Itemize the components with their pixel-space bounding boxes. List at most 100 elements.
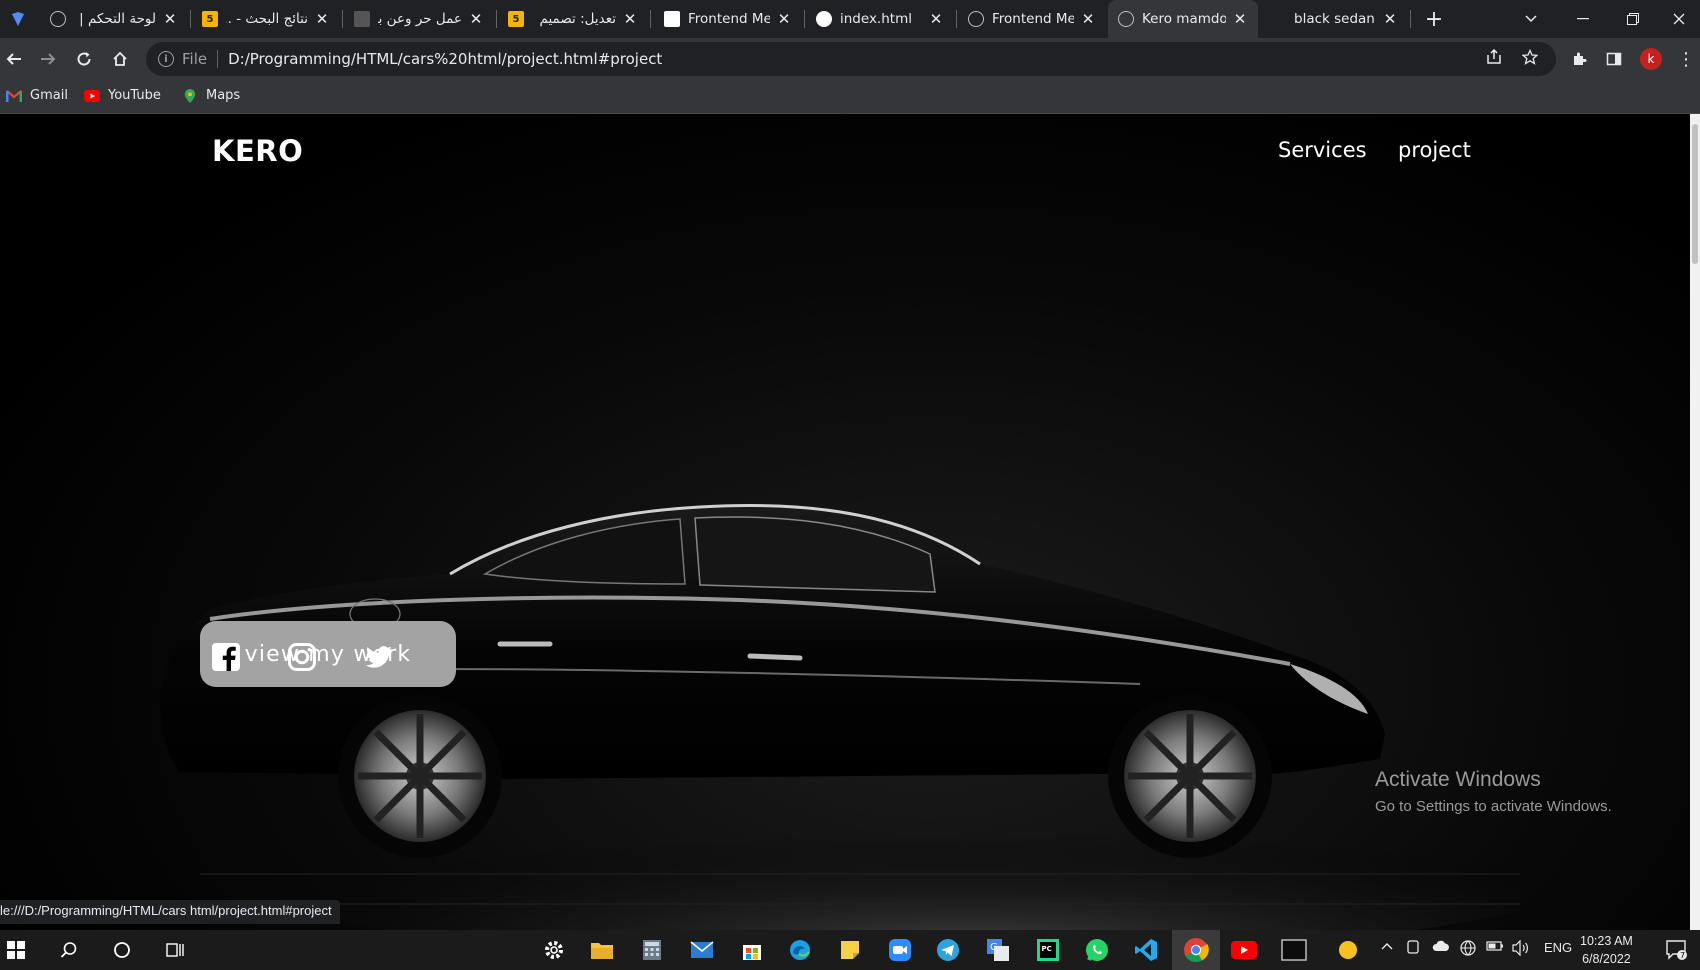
close-icon[interactable]: ✕ [928,10,944,28]
mostaql-icon [354,11,370,27]
onedrive-cloud-icon[interactable] [1432,940,1450,955]
side-panel-icon[interactable] [1600,45,1628,73]
tab-divider [342,10,343,28]
search-icon[interactable] [55,936,83,964]
tab-5[interactable]: index.html ✕ [806,0,954,38]
tab-7-active[interactable]: Kero mamdou ✕ [1108,0,1258,38]
tab-0[interactable]: لوحة التحكم | ... ✕ [40,0,188,38]
restore-button[interactable] [1610,0,1656,38]
share-icon[interactable] [1486,48,1502,69]
nav-link-project[interactable]: project [1398,138,1471,162]
close-icon[interactable]: ✕ [776,10,792,28]
tab-divider [496,10,497,28]
profile-avatar[interactable]: k [1640,48,1662,70]
tab-title: نتائج البحث - ... [226,11,308,27]
close-icon[interactable]: ✕ [468,10,484,28]
bookmark-star-icon[interactable] [1521,48,1539,69]
clock-time: 10:23 AM [1580,934,1633,948]
frontend-mentor-icon [664,11,680,27]
notification-center-icon[interactable]: 7 [1665,938,1687,960]
bookmark-gmail[interactable]: Gmail [6,88,68,103]
battery-icon[interactable] [1486,940,1504,955]
close-icon[interactable]: ✕ [1232,10,1248,28]
youtube-app-icon[interactable] [1230,936,1258,964]
notification-count: 7 [1680,951,1685,960]
globe-icon [50,11,66,27]
close-icon[interactable]: ✕ [1080,10,1096,28]
calculator-icon[interactable] [638,936,666,964]
brand-logo[interactable]: KERO [212,134,303,168]
extensions-puzzle-icon[interactable] [1565,45,1593,73]
page-scrollbar[interactable] [1690,114,1700,930]
facebook-icon[interactable] [211,642,241,672]
pycharm-icon[interactable]: PC [1034,936,1062,964]
task-view-icon[interactable] [162,936,190,964]
minimize-button[interactable] [1560,0,1606,38]
sticky-notes-icon[interactable] [836,936,864,964]
volume-icon[interactable] [1512,939,1530,959]
twitter-icon[interactable] [364,642,394,672]
close-icon[interactable]: ✕ [314,10,330,28]
tab-divider [650,10,651,28]
input-language[interactable]: ENG [1544,940,1572,955]
tab-search-icon[interactable] [4,5,32,33]
tab-3[interactable]: 5 تعديل: تصميم ✕ [498,0,648,38]
reload-icon[interactable] [70,45,98,73]
file-explorer-icon[interactable] [588,936,616,964]
forward-arrow-icon[interactable] [34,45,62,73]
tab-divider [190,10,191,28]
bookmark-label: YouTube [108,88,161,103]
tab-title: تعديل: تصميم [539,11,616,27]
close-window-button[interactable] [1656,0,1700,38]
address-bar[interactable]: i File D:/Programming/HTML/cars%20html/p… [146,42,1556,76]
tab-6[interactable]: Frontend Men ✕ [958,0,1106,38]
mail-icon[interactable] [688,936,716,964]
browser-toolbar: i File D:/Programming/HTML/cars%20html/p… [0,38,1700,80]
bookmarks-bar: Gmail YouTube Maps [0,80,1700,114]
whatsapp-icon[interactable] [1083,936,1111,964]
terminal-icon[interactable] [1280,936,1308,964]
zoom-icon[interactable] [886,936,914,964]
network-globe-icon[interactable] [1460,940,1476,959]
globe-icon [968,11,984,27]
tab-2[interactable]: عمل حر وعن بعد ✕ [344,0,494,38]
tab-8[interactable]: black sedan p ✕ [1260,0,1408,38]
back-arrow-icon[interactable] [0,45,28,73]
tab-4[interactable]: Frontend Men ✕ [654,0,802,38]
bookmark-maps[interactable]: Maps [182,88,240,103]
close-icon[interactable]: ✕ [622,10,638,28]
browser-menu-icon[interactable]: ⋮ [1672,45,1700,73]
edge-icon[interactable] [786,936,814,964]
svg-text:PC: PC [1042,945,1052,953]
chrome-icon[interactable] [1172,930,1220,970]
settings-gear-icon[interactable] [540,936,568,964]
scrollbar-thumb[interactable] [1692,124,1698,264]
instagram-icon[interactable] [287,642,317,672]
close-icon[interactable]: ✕ [162,10,178,28]
bookmark-youtube[interactable]: YouTube [84,88,161,103]
nav-link-services[interactable]: Services [1278,138,1367,162]
tab-list-chevron-icon[interactable] [1508,0,1554,38]
globe-icon [1118,11,1134,27]
system-clock[interactable]: 10:23 AM 6/8/2022 [1580,932,1633,968]
cortana-icon[interactable] [108,936,136,964]
bookmark-label: Maps [206,88,241,103]
store-icon[interactable] [738,936,766,964]
tab-1[interactable]: 5 نتائج البحث - ... ✕ [192,0,340,38]
weather-sun-icon[interactable] [1334,936,1362,964]
link-status-bar: le:///D:/Programming/HTML/cars html/proj… [0,900,340,924]
telegram-icon[interactable] [934,936,962,964]
close-icon[interactable]: ✕ [1382,10,1398,28]
site-info-icon[interactable]: i [158,51,174,67]
windows-start-icon[interactable] [2,936,30,964]
vscode-icon[interactable] [1132,936,1160,964]
google-translate-icon[interactable]: G [984,936,1012,964]
tab-title: Frontend Men [688,11,770,27]
url-text[interactable]: D:/Programming/HTML/cars%20html/project.… [228,50,662,68]
home-icon[interactable] [106,45,134,73]
scheme-label: File [182,50,208,68]
windows-taskbar: G PC ENG 10:23 AM 6/8/2022 7 [0,930,1700,970]
tray-chevron-up-icon[interactable] [1380,940,1394,957]
new-tab-button[interactable]: + [1420,5,1448,33]
meet-now-icon[interactable] [1406,940,1420,959]
